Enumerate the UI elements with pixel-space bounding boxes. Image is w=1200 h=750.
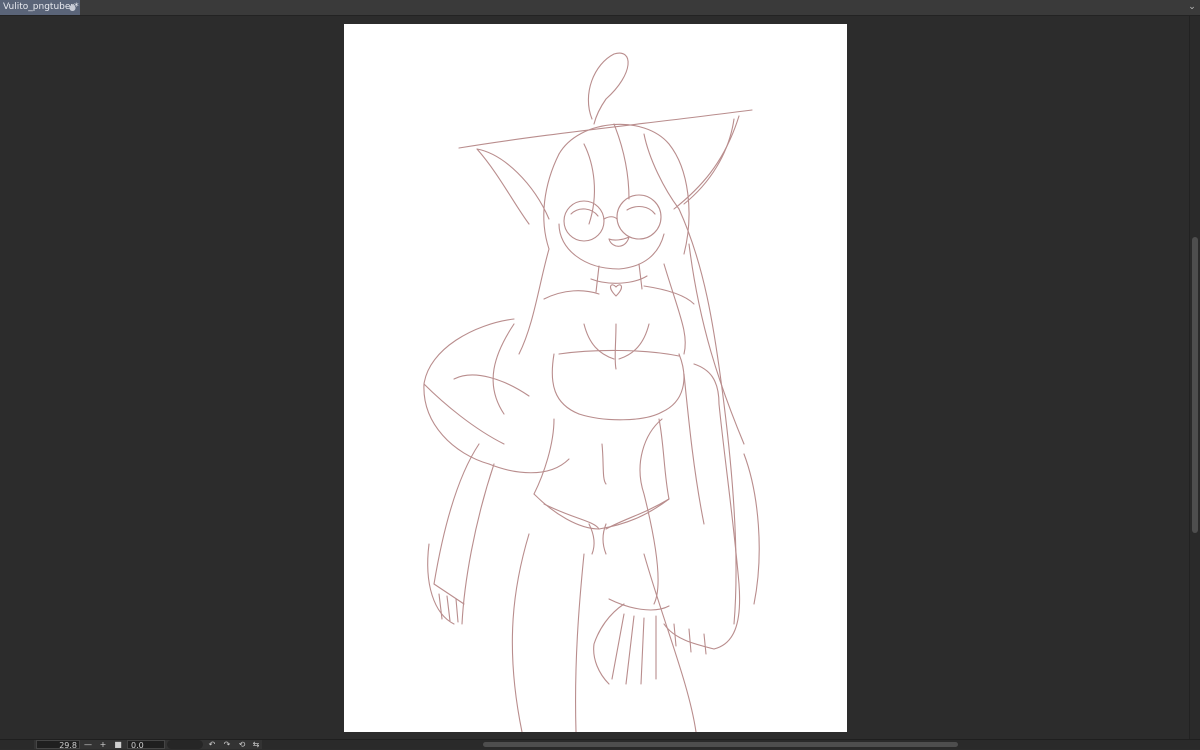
horizontal-scrollbar-thumb[interactable] <box>483 742 958 747</box>
tab-menu-chevron-icon[interactable]: ⌄ <box>1187 1 1197 13</box>
sketch-drawing <box>423 52 760 732</box>
document-tab[interactable]: Vulito_pngtuber* ● <box>0 0 80 15</box>
vertical-scrollbar-thumb[interactable] <box>1192 237 1198 533</box>
vertical-scrollbar[interactable] <box>1189 16 1200 739</box>
unsaved-dot-icon[interactable]: ● <box>69 4 76 12</box>
document-tab-bar: Vulito_pngtuber* ● ⌄ <box>0 0 1200 16</box>
document-tab-title: Vulito_pngtuber* <box>3 2 79 12</box>
drawing-canvas[interactable] <box>344 24 847 732</box>
